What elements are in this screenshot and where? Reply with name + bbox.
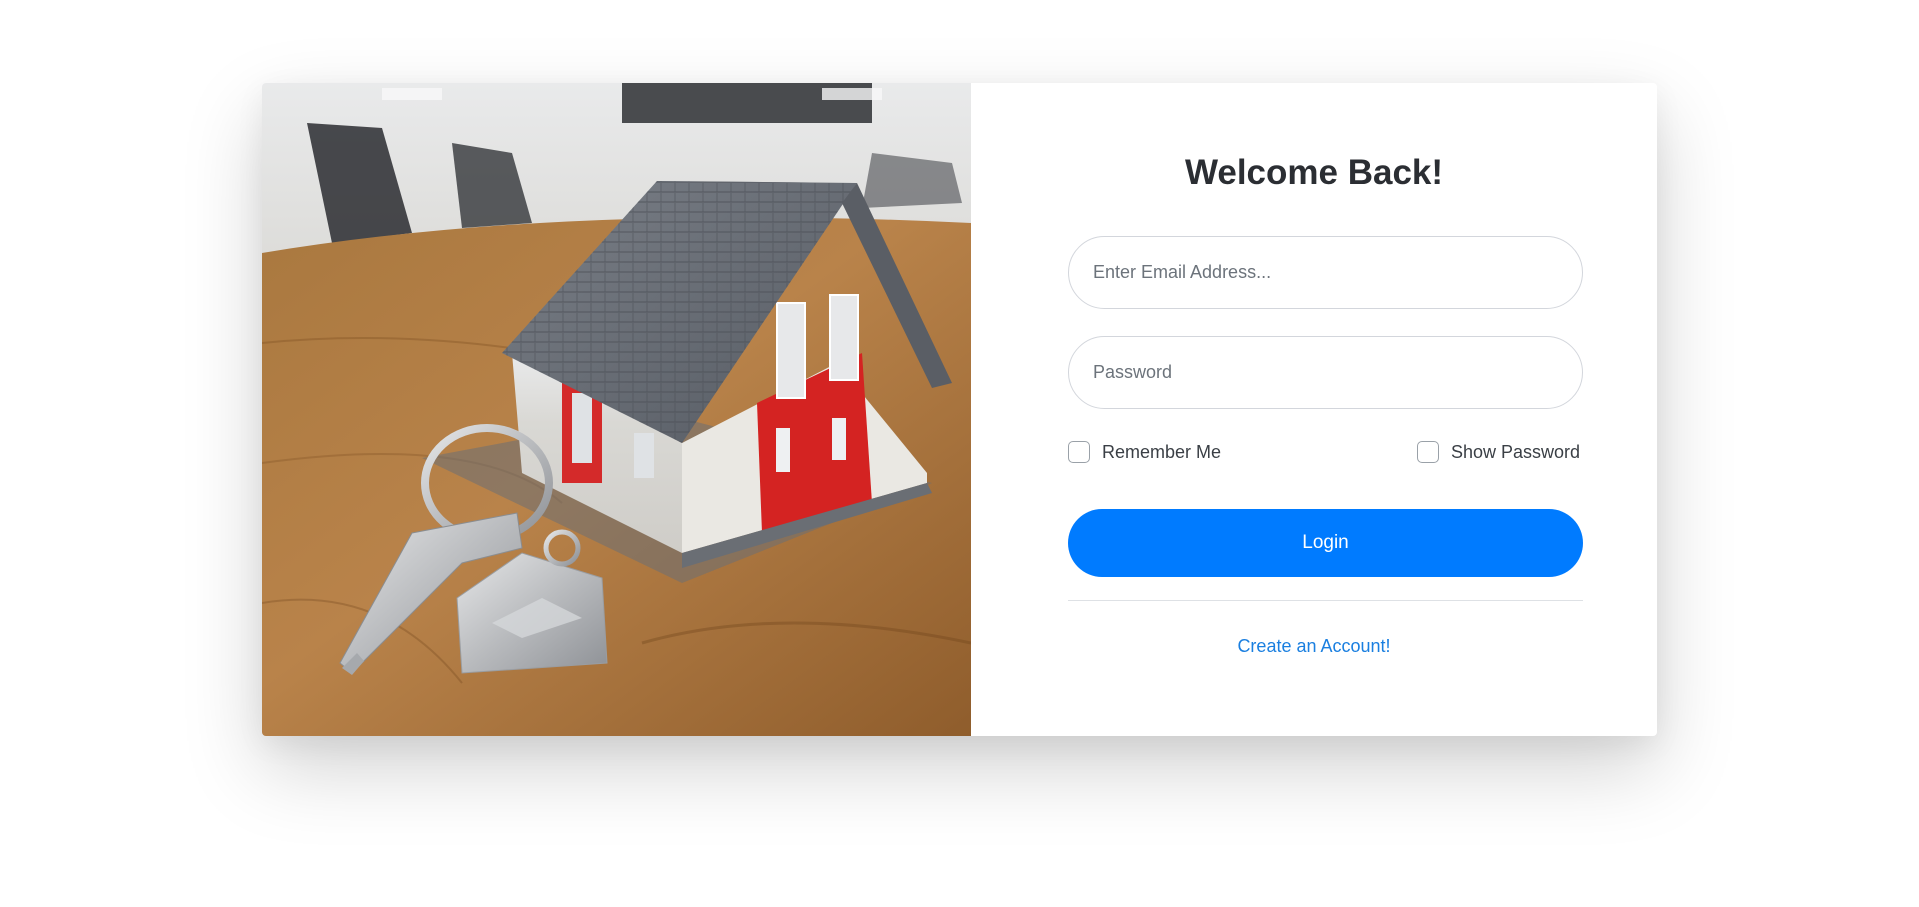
divider xyxy=(1068,600,1583,601)
create-account-link[interactable]: Create an Account! xyxy=(971,636,1657,657)
show-password-label: Show Password xyxy=(1451,441,1581,462)
login-card: Welcome Back! Remember Me Show Password … xyxy=(262,83,1657,736)
show-password-checkbox[interactable] xyxy=(1417,441,1439,463)
page-title: Welcome Back! xyxy=(1184,153,1444,192)
password-input[interactable] xyxy=(1068,336,1583,409)
remember-me-checkbox[interactable] xyxy=(1068,441,1090,463)
login-button[interactable]: Login xyxy=(1068,509,1583,577)
show-password-option[interactable]: Show Password xyxy=(1417,441,1580,463)
remember-me-label: Remember Me xyxy=(1102,441,1222,462)
remember-me-option[interactable]: Remember Me xyxy=(1068,441,1221,463)
login-form-panel: Welcome Back! Remember Me Show Password … xyxy=(971,83,1657,736)
house-keys-image xyxy=(262,83,971,736)
email-input[interactable] xyxy=(1068,236,1583,309)
